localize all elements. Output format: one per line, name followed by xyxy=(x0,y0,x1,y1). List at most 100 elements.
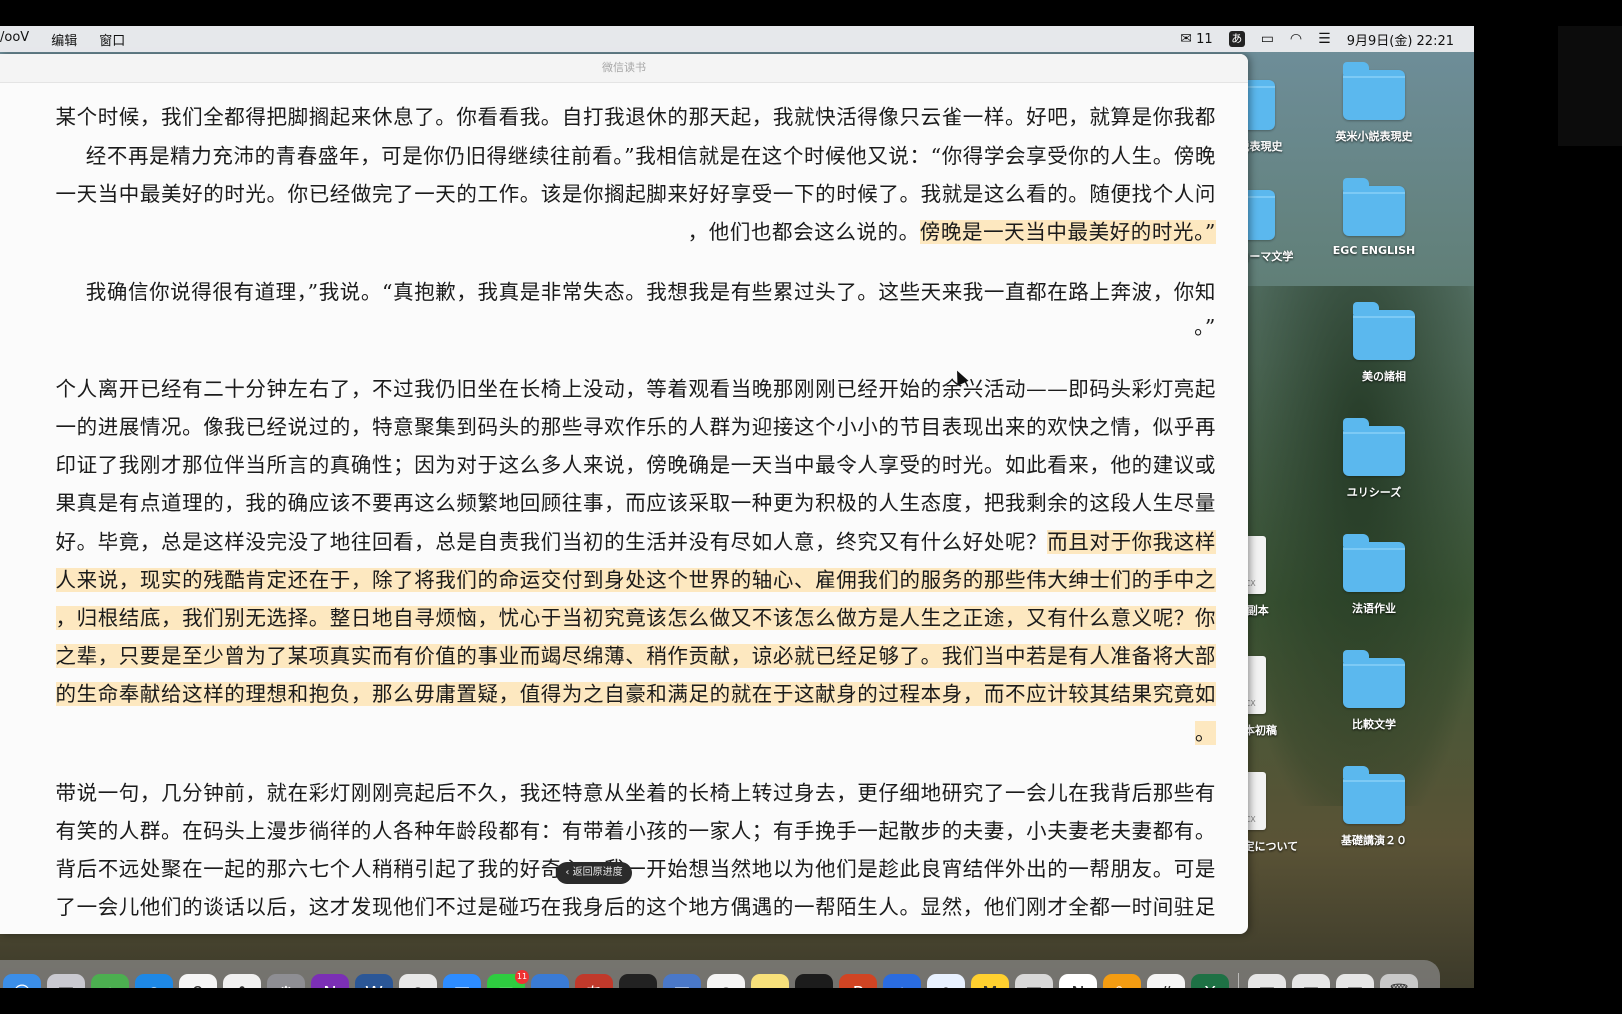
photos-icon[interactable]: ✿ xyxy=(223,974,261,988)
input-method-icon[interactable]: あ xyxy=(1228,31,1245,47)
finder-icon[interactable]: ☺ xyxy=(3,974,41,988)
text-line: 的生命奉献给这样的理想和抱负，那么毋庸置疑，值得为之自豪和满足的就在于这献身的过… xyxy=(55,677,1216,707)
text-line: 个人离开已经有二十分钟左右了，不过我仍旧坐在长椅上没动，等着观看当晚那刚刚已经开… xyxy=(56,372,1217,402)
folder-icon xyxy=(1343,178,1405,236)
activity-monitor-icon[interactable]: ∿ xyxy=(795,974,833,988)
text-line: 经不再是精力充沛的青春盛年，可是你仍旧得继续往前看。”我相信就是在这个时候他又说… xyxy=(86,139,1216,169)
text-line: 一天当中最美好的时光。你已经做完了一天的工作。该是你搁起脚来好好享受一下的时候了… xyxy=(56,177,1217,207)
folder-icon xyxy=(1343,62,1405,120)
line-text: 之辈，只要是至少曾为了某项真实而有价值的事业而竭尽绵薄、稍作贡献，谅必就已经足够… xyxy=(55,644,1216,668)
desktop-item-label: ユリシーズ xyxy=(1346,486,1402,499)
desktop-folder[interactable]: EGC ENGLISH xyxy=(1314,178,1434,257)
desktop-item-label: 比較文学 xyxy=(1352,718,1396,731)
text-line: 印证了我刚才那位伴当所言的真确性；因为对于这么多人来说，傍晚确是一天当中最令人享… xyxy=(56,448,1217,478)
safari-icon[interactable]: ◎ xyxy=(135,974,173,988)
terminal-icon[interactable]: >_ xyxy=(619,974,657,988)
line-text: 我确信你说得很有道理，”我说。“真抱歉，我真是非常失态。我想我是有些累过头了。这… xyxy=(85,280,1216,304)
downloads-stack-2-icon[interactable]: ▥ xyxy=(1292,974,1330,988)
menu-window[interactable]: 窗口 xyxy=(99,30,125,49)
downloads-stack-3-icon[interactable]: ▥ xyxy=(1336,974,1374,988)
line-text: 好。毕竟，总是这样没完没了地往回看，总是自责我们当初的生活并没有尽如人意，终究又… xyxy=(55,530,1048,554)
line-text: ，归根结底，我们别无选择。整日地自寻烦恼，忧心于当初究竟该怎么做又不该怎么做方是… xyxy=(55,606,1216,630)
wps-icon[interactable]: ▭ xyxy=(531,974,569,988)
text-line: 。 xyxy=(1194,716,1216,746)
folder-icon xyxy=(1343,534,1405,592)
line-text: 带说一句，几分钟前，就在彩灯刚刚亮起后不久，我还特意从坐着的长椅上转过身去，更仔… xyxy=(55,781,1216,805)
line-text: 个人离开已经有二十分钟左右了，不过我仍旧坐在长椅上没动，等着观看当晚那刚刚已经开… xyxy=(55,377,1216,401)
notion-icon[interactable]: N xyxy=(1059,974,1097,988)
zoom-icon[interactable]: ■ xyxy=(443,974,481,988)
launchpad-icon[interactable]: ▦ xyxy=(47,974,85,988)
qq-icon[interactable]: ◕ xyxy=(707,974,745,988)
menu-app-name[interactable]: /ooV xyxy=(0,30,29,49)
desktop-item-label: 英米小説表現史 xyxy=(1335,130,1413,143)
text-line: 我确信你说得很有道理，”我说。“真抱歉，我真是非常失态。我想我是有些累过头了。这… xyxy=(86,275,1216,305)
line-text: 了一会儿他们的谈话以后，这才发现他们不过是碰巧在我身后的这个地方偶遇的一帮陌生人… xyxy=(55,895,1216,919)
menu-bar: /ooV 编辑 窗口 ✉ 11 あ ▭ ◠ ☰ 9月9日(金) 22:21 xyxy=(0,26,1474,52)
window-title: 微信读书 xyxy=(0,54,1248,83)
downloads-stack-1-icon[interactable]: ▥ xyxy=(1248,974,1286,988)
text-line: 某个时候，我们全都得把脚搁起来休息了。你看看我。自打我退休的那天起，我就快活得像… xyxy=(56,100,1217,130)
reader-window: 微信读书 某个时候，我们全都得把脚搁起来休息了。你看看我。自打我退休的那天起，我… xyxy=(0,54,1248,934)
wechat-status-icon[interactable]: ✉ 11 xyxy=(1180,32,1212,47)
menu-edit[interactable]: 编辑 xyxy=(51,30,77,49)
wechat-icon[interactable]: ✉11 xyxy=(487,970,529,988)
wechat-count: 11 xyxy=(1196,31,1213,47)
maps-icon[interactable]: ◭ xyxy=(91,974,129,988)
feishu-icon[interactable]: ◆ xyxy=(883,974,921,988)
desktop-item-label: EGC ENGLISH xyxy=(1332,244,1416,257)
text-line: 好。毕竟，总是这样没完没了地往回看，总是自责我们当初的生活并没有尽如人意，终究又… xyxy=(55,525,1216,555)
calendar-icon[interactable]: 9 xyxy=(179,974,217,988)
preview-icon[interactable]: ▣ xyxy=(663,974,701,988)
notification-badge: 11 xyxy=(515,970,529,984)
text-line: 背后不远处聚在一起的那六七个人稍稍引起了我的好奇心。我一开始想当然地以为他们是趁… xyxy=(56,852,1217,882)
battery-icon[interactable]: ▭ xyxy=(1261,32,1274,46)
word-icon[interactable]: W xyxy=(355,974,393,988)
line-text: 背后不远处聚在一起的那六七个人稍稍引起了我的好奇心。我一开始想当然地以为他们是趁… xyxy=(55,857,1216,881)
highlighted-text[interactable]: 傍晚是一天当中最美好的时光。” xyxy=(919,220,1216,244)
text-line: 一的进展情况。像我已经说过的，特意聚集到码头的那些寻欢作乐的人群为迎接这个小小的… xyxy=(56,410,1217,440)
desktop-item-label: 基礎講演２０ xyxy=(1341,834,1407,847)
text-line: 之辈，只要是至少曾为了某项真实而有价值的事业而竭尽绵薄、稍作贡献，谅必就已经足够… xyxy=(55,639,1216,669)
system-preferences-icon[interactable]: ⚙ xyxy=(267,974,305,988)
kana-input-icon[interactable]: あ xyxy=(575,974,613,988)
folder-icon xyxy=(1353,302,1415,360)
line-text: 。 xyxy=(1194,721,1216,745)
dock-separator xyxy=(1238,973,1239,988)
menu-clock[interactable]: 9月9日(金) 22:21 xyxy=(1347,30,1454,49)
text-line: 了一会儿他们的谈话以后，这才发现他们不过是碰巧在我身后的这个地方偶遇的一帮陌生人… xyxy=(56,890,1217,920)
desktop-folder[interactable]: 法语作业 xyxy=(1314,534,1434,616)
screenshot-icon[interactable]: ▤ xyxy=(1015,974,1053,988)
desktop-folder[interactable]: ユリシーズ xyxy=(1314,418,1434,500)
desktop-folder[interactable]: 英米小説表現史 xyxy=(1314,62,1434,144)
return-progress-button[interactable]: ‹ 返回原进度 xyxy=(556,862,632,884)
chrome-icon[interactable]: ◉ xyxy=(399,974,437,988)
wifi-icon[interactable]: ◠ xyxy=(1290,32,1302,46)
line-text: 一天当中最美好的时光。你已经做完了一天的工作。该是你搁起脚来好好享受一下的时候了… xyxy=(55,182,1216,206)
line-text: ，他们也都会这么说的。 xyxy=(687,220,920,244)
notes-icon[interactable]: ≡ xyxy=(751,974,789,988)
desktop-folder[interactable]: 基礎講演２０ xyxy=(1314,766,1434,848)
pages-icon[interactable]: ✎ xyxy=(1103,974,1141,988)
line-text: 的生命奉献给这样的理想和抱负，那么毋庸置疑，值得为之自豪和满足的就在于这献身的过… xyxy=(55,682,1216,706)
baidu-netdisk-icon[interactable]: ◌ xyxy=(927,974,965,988)
line-text: 某个时候，我们全都得把脚搁起来休息了。你看看我。自打我退休的那天起，我就快活得像… xyxy=(55,105,1216,129)
onenote-icon[interactable]: N xyxy=(311,974,349,988)
line-text: 经不再是精力充沛的青春盛年，可是你仍旧得继续往前看。”我相信就是在这个时候他又说… xyxy=(85,144,1216,168)
excel-icon[interactable]: X xyxy=(1191,974,1229,988)
desktop-screen: /ooV 编辑 窗口 ✉ 11 あ ▭ ◠ ☰ 9月9日(金) 22:21 ッパ… xyxy=(0,26,1474,988)
powerpoint-icon[interactable]: P xyxy=(839,974,877,988)
control-center-icon[interactable]: ☰ xyxy=(1318,32,1331,46)
text-line: 带说一句，几分钟前，就在彩灯刚刚亮起后不久，我还特意从坐着的长椅上转过身去，更仔… xyxy=(56,776,1217,806)
slack-icon[interactable]: # xyxy=(1147,974,1185,988)
miro-icon[interactable]: M xyxy=(971,974,1009,988)
line-text: 人来说，现实的残酷肯定还在于，除了将我们的命运交付到身处这个世界的轴心、雇佣我们… xyxy=(55,568,1216,592)
trash-icon[interactable]: 🗑 xyxy=(1380,974,1418,988)
desktop-folder[interactable]: 美の諸相 xyxy=(1324,302,1444,384)
desktop-item-label: 美の諸相 xyxy=(1362,370,1406,383)
desktop-item-label: 法语作业 xyxy=(1352,602,1396,615)
desktop-folder[interactable]: 比較文学 xyxy=(1314,650,1434,732)
side-panel xyxy=(1558,26,1622,146)
highlighted-text[interactable]: 而且对于你我这样 xyxy=(1047,530,1216,554)
text-line: 果真是有点道理的，我的确应该不要再这么频繁地回顾往事，而应该采取一种更为积极的人… xyxy=(56,486,1217,516)
